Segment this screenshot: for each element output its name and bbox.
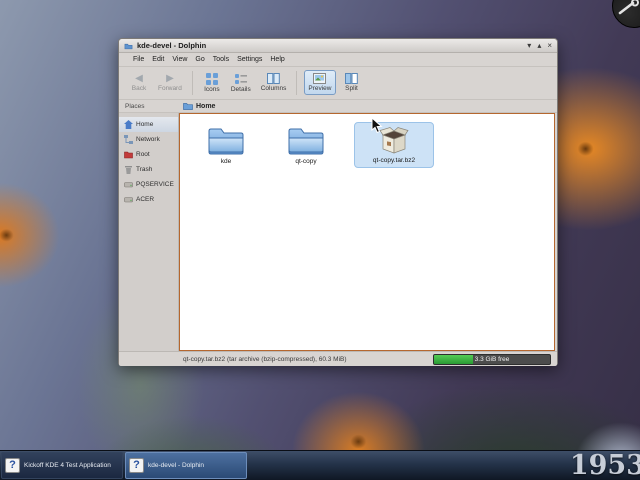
question-dialog-icon: ? [129,458,144,473]
drive-icon [124,180,133,189]
maximize-button[interactable]: ▴ [537,41,541,51]
close-button[interactable]: × [547,41,552,51]
place-label: Home [136,121,153,128]
folder-small-icon [183,102,193,110]
file-kde[interactable]: kde [194,122,258,168]
digital-clock[interactable]: 1953 [570,451,640,480]
split-view-icon [345,73,358,84]
toolbar: ◀ Back ▶ Forward Icons [119,67,557,100]
forward-button[interactable]: ▶ Forward [155,71,185,94]
split-view-button[interactable]: Split [340,71,364,94]
place-home[interactable]: Home [119,117,178,132]
toolbar-separator [296,71,297,95]
archive-icon [379,126,409,155]
icons-view-button[interactable]: Icons [200,71,224,95]
place-label: PQSERVICE [136,181,174,188]
network-icon [124,135,133,144]
root-folder-icon [124,150,133,159]
menu-tools[interactable]: Tools [213,56,229,63]
free-space-label: 3.3 GiB free [434,355,550,364]
drive-icon [124,195,133,204]
status-info-text: qt-copy.tar.bz2 (tar archive (bzip-compr… [183,356,347,363]
back-label: Back [132,85,146,92]
place-label: Network [136,136,160,143]
place-label: Trash [136,166,152,173]
menu-edit[interactable]: Edit [152,56,164,63]
places-panel: Home Network Root [119,113,179,351]
menubar: File Edit View Go Tools Settings Help [119,53,557,67]
forward-label: Forward [158,85,182,92]
disk-capacity-bar: 3.3 GiB free [433,354,551,365]
window-title: kde-devel - Dolphin [137,41,206,50]
dolphin-app-icon [124,42,133,50]
file-qt-copy[interactable]: qt-copy [274,122,338,168]
menu-view[interactable]: View [172,56,187,63]
split-label: Split [345,85,358,92]
back-icon: ◀ [135,73,143,84]
plasma-toolbox[interactable] [612,0,640,28]
task-title: kde-devel - Dolphin [148,462,204,470]
preview-icon [313,73,326,84]
columns-view-icon [267,73,280,84]
details-view-icon [235,73,247,85]
desktop: kde-devel - Dolphin ▾ ▴ × File Edit View… [0,0,640,480]
details-label: Details [231,86,251,93]
folder-icon [206,125,246,156]
place-root[interactable]: Root [119,147,178,162]
wrench-icon [617,0,640,15]
window-content: Home Network Root [119,113,557,351]
home-icon [124,120,133,129]
file-name: qt-copy.tar.bz2 [373,157,415,164]
titlebar[interactable]: kde-devel - Dolphin ▾ ▴ × [119,39,557,53]
breadcrumb[interactable]: Home [179,102,215,110]
columns-view-button[interactable]: Columns [258,71,290,94]
toolbar-separator [192,71,193,95]
task-title: Kickoff KDE 4 Test Application [24,462,111,470]
statusbar: qt-copy.tar.bz2 (tar archive (bzip-compr… [119,351,557,366]
file-name: qt-copy [295,158,316,165]
question-dialog-icon: ? [5,458,20,473]
menu-help[interactable]: Help [270,56,284,63]
icons-label: Icons [204,86,220,93]
file-qt-copy-archive[interactable]: qt-copy.tar.bz2 [354,122,434,168]
place-trash[interactable]: Trash [119,162,178,177]
taskbar: ? Kickoff KDE 4 Test Application ? kde-d… [0,450,640,480]
breadcrumb-home[interactable]: Home [196,103,215,110]
details-view-button[interactable]: Details [228,71,254,95]
dolphin-window: kde-devel - Dolphin ▾ ▴ × File Edit View… [118,38,558,365]
place-acer[interactable]: ACER [119,192,178,207]
places-panel-header: Places [119,103,179,110]
minimize-button[interactable]: ▾ [527,41,531,51]
folder-icon [286,125,326,156]
place-label: Root [136,151,150,158]
menu-go[interactable]: Go [195,56,204,63]
back-button[interactable]: ◀ Back [127,71,151,94]
task-dolphin[interactable]: ? kde-devel - Dolphin [125,452,247,479]
place-pqservice[interactable]: PQSERVICE [119,177,178,192]
forward-icon: ▶ [166,73,174,84]
preview-toggle-button[interactable]: Preview [304,70,335,95]
columns-label: Columns [261,85,287,92]
menu-settings[interactable]: Settings [237,56,262,63]
mouse-cursor [371,117,383,134]
menu-file[interactable]: File [133,56,144,63]
place-label: ACER [136,196,154,203]
place-network[interactable]: Network [119,132,178,147]
preview-label: Preview [308,85,331,92]
folder-view[interactable]: kde qt-copy [179,113,555,351]
trash-icon [124,165,133,174]
file-name: kde [221,158,231,165]
task-kickoff[interactable]: ? Kickoff KDE 4 Test Application [1,452,123,479]
icons-view-icon [206,73,218,85]
path-row: Places Home [119,100,557,113]
